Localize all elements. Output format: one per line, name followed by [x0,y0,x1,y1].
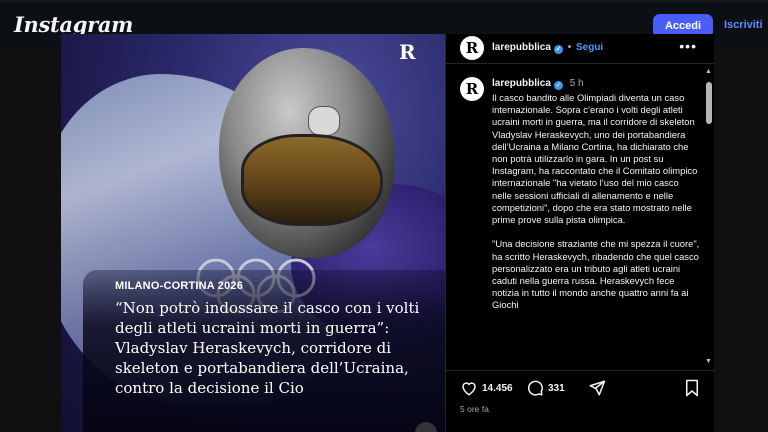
caption-time[interactable]: 5 h [570,78,584,89]
more-options-icon[interactable]: ••• [679,38,697,54]
scroll-down-icon[interactable]: ▼ [705,358,712,365]
comments-section[interactable]: R larepubblica ✓ 5 h Il casco bandito all… [446,64,715,369]
bookmark-icon [686,379,698,397]
avatar[interactable]: R [460,77,484,101]
helmet-portrait-illustration [308,106,340,136]
post-timestamp[interactable]: 5 ore fa [460,404,489,414]
scroll-up-icon[interactable]: ▲ [705,68,712,75]
post-media[interactable]: R MILANO-CORTINA 2026 “Non potrò indossa… [61,34,445,432]
verified-badge-icon: ✓ [553,45,563,54]
comment-icon [528,380,543,396]
save-button[interactable] [684,379,700,397]
post-sidebar: R larepubblica ✓ • Segui ••• R larepubbli… [445,34,715,432]
separator-dot: • [567,42,572,53]
post-dialog: R MILANO-CORTINA 2026 “Non potrò indossa… [61,34,715,432]
author-username[interactable]: larepubblica [492,42,551,53]
comments-count[interactable]: 331 [548,383,565,394]
caption-username[interactable]: larepubblica [492,78,551,89]
verified-badge-icon: ✓ [553,81,563,90]
comment-button[interactable]: 331 [526,379,565,397]
caption-text: Il casco bandito alle Olimpiadi diventa … [492,92,700,311]
avatar[interactable]: R [460,36,484,60]
caption-header: larepubblica ✓ 5 h [492,78,584,90]
share-button[interactable] [588,379,606,397]
media-kicker: MILANO-CORTINA 2026 [115,280,244,292]
share-icon [589,380,606,396]
post-author: larepubblica ✓ • Segui [492,42,603,54]
media-headline: “Non potrò indossare il casco con i volt… [115,299,420,397]
likes-count[interactable]: 14.456 [482,383,513,394]
like-button[interactable]: 14.456 [460,379,513,397]
signup-link[interactable]: Iscriviti [724,19,763,31]
post-header: R larepubblica ✓ • Segui ••• [446,34,715,64]
comments-scrollbar[interactable]: ▲ ▼ [705,68,713,368]
scrollbar-thumb[interactable] [706,82,712,124]
heart-icon [462,382,476,396]
follow-button[interactable]: Segui [576,42,603,53]
repubblica-logo: R [399,40,416,64]
helmet-visor-illustration [241,134,383,226]
post-actions: 14.456 331 5 ore fa [446,370,715,432]
